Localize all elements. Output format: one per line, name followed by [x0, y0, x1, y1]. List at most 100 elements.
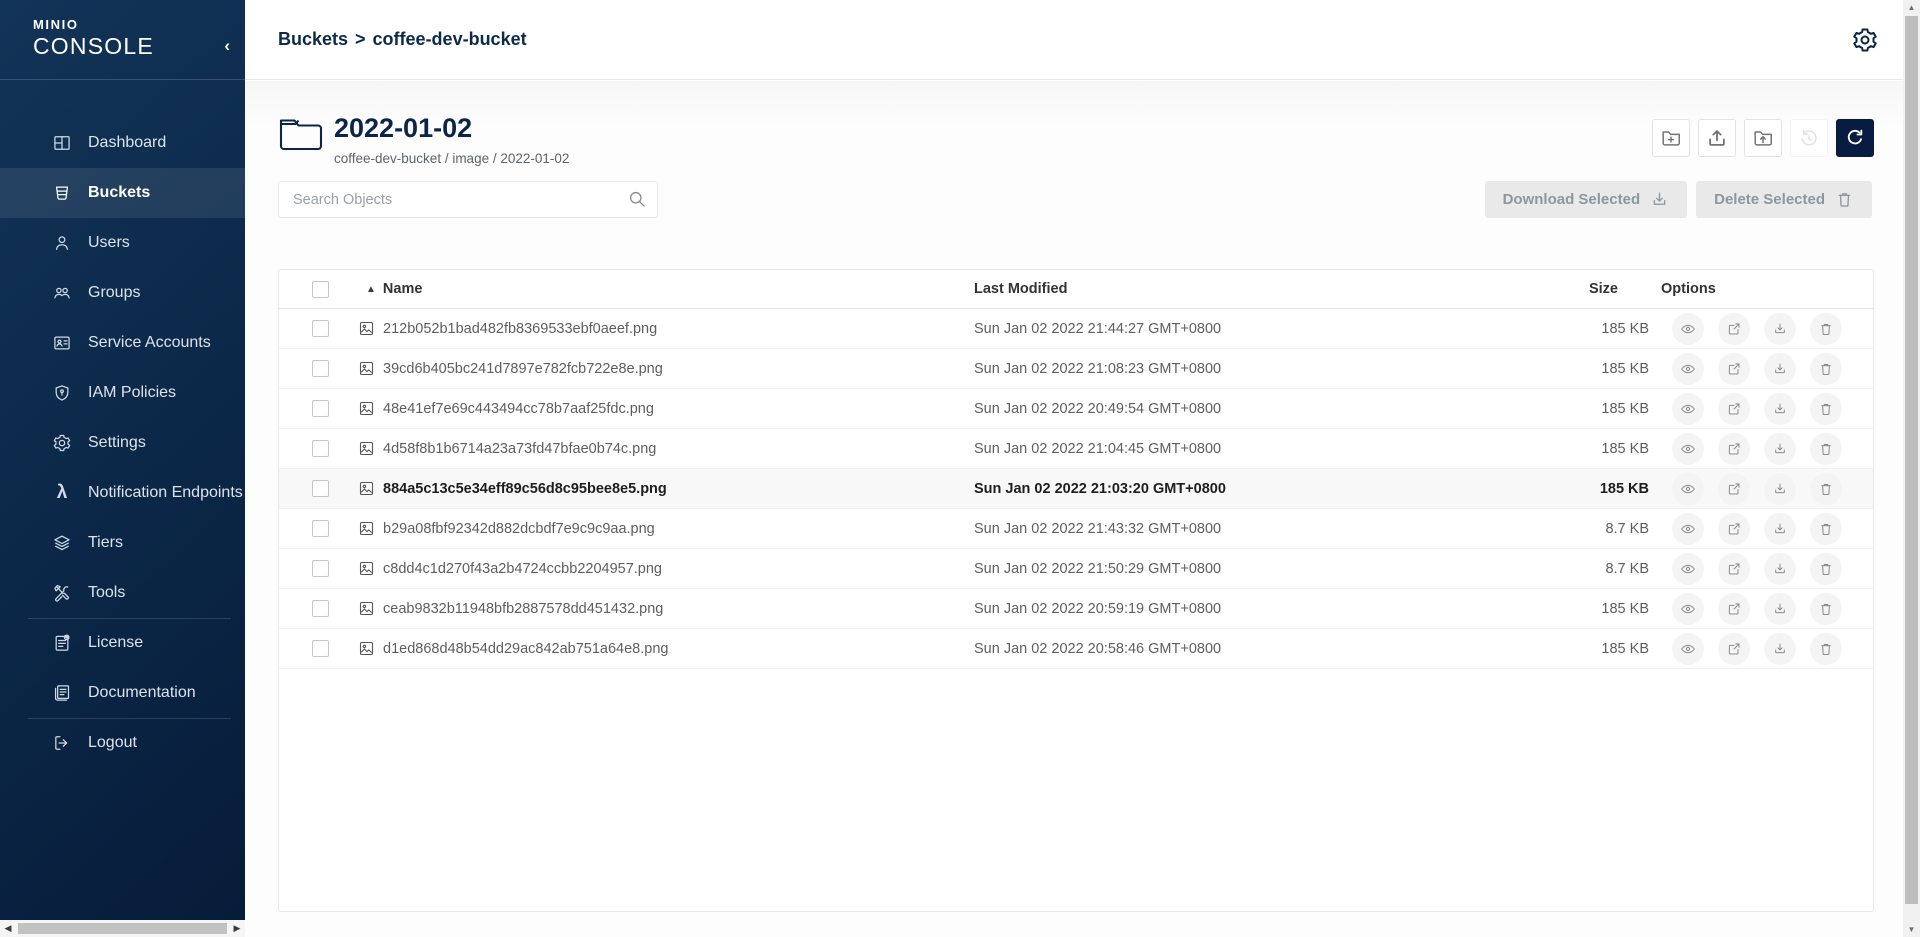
download-object-button[interactable]	[1764, 513, 1796, 545]
table-row[interactable]: ceab9832b11948bfb2887578dd451432.png Sun…	[279, 589, 1873, 629]
share-object-button[interactable]	[1718, 633, 1750, 665]
new-folder-icon	[1660, 127, 1682, 149]
download-object-button[interactable]	[1764, 393, 1796, 425]
sidebar-item-dashboard[interactable]: Dashboard	[0, 118, 245, 168]
table-header-row: ▲ Name Last Modified Size Options	[279, 270, 1873, 309]
share-object-button[interactable]	[1718, 553, 1750, 585]
new-path-button[interactable]	[1652, 119, 1690, 157]
buckets-icon	[52, 183, 72, 203]
sidebar-item-groups[interactable]: Groups	[0, 268, 245, 318]
preview-object-button[interactable]	[1672, 593, 1704, 625]
preview-object-button[interactable]	[1672, 473, 1704, 505]
sidebar-item-tools[interactable]: Tools	[0, 568, 245, 618]
logo-console-text: CONSOLE	[33, 33, 245, 60]
scroll-left-arrow[interactable]: ◀	[0, 923, 16, 934]
share-object-button[interactable]	[1718, 473, 1750, 505]
preview-object-button[interactable]	[1672, 353, 1704, 385]
row-checkbox[interactable]	[312, 640, 329, 657]
download-object-button[interactable]	[1764, 433, 1796, 465]
sidebar-item-license[interactable]: License	[0, 618, 245, 668]
download-selected-button[interactable]: Download Selected	[1485, 181, 1688, 218]
object-size: 185 KB	[1459, 401, 1649, 417]
preview-object-button[interactable]	[1672, 553, 1704, 585]
download-object-button[interactable]	[1764, 313, 1796, 345]
table-row[interactable]: 48e41ef7e69c443494cc78b7aaf25fdc.png Sun…	[279, 389, 1873, 429]
table-row[interactable]: b29a08fbf92342d882dcbdf7e9c9c9aa.png Sun…	[279, 509, 1873, 549]
delete-object-button[interactable]	[1810, 473, 1842, 505]
delete-selected-button[interactable]: Delete Selected	[1696, 181, 1872, 218]
sidebar-nav: Dashboard Buckets Users Groups Service A…	[0, 118, 245, 768]
delete-object-button[interactable]	[1810, 633, 1842, 665]
object-path-breadcrumb[interactable]: coffee-dev-bucket / image / 2022-01-02	[334, 151, 569, 166]
sidebar-item-tiers[interactable]: Tiers	[0, 518, 245, 568]
sidebar-item-logout[interactable]: Logout	[0, 718, 245, 768]
table-row[interactable]: 212b052b1bad482fb8369533ebf0aeef.png Sun…	[279, 309, 1873, 349]
share-object-button[interactable]	[1718, 353, 1750, 385]
share-object-button[interactable]	[1718, 313, 1750, 345]
table-row[interactable]: 39cd6b405bc241d7897e782fcb722e8e.png Sun…	[279, 349, 1873, 389]
share-object-button[interactable]	[1718, 593, 1750, 625]
sidebar-item-service-accounts[interactable]: Service Accounts	[0, 318, 245, 368]
image-file-icon	[358, 520, 375, 537]
preview-object-button[interactable]	[1672, 313, 1704, 345]
preview-object-button[interactable]	[1672, 393, 1704, 425]
breadcrumb-buckets-link[interactable]: Buckets	[278, 29, 348, 50]
delete-object-button[interactable]	[1810, 313, 1842, 345]
sidebar-item-documentation[interactable]: Documentation	[0, 668, 245, 718]
table-row-hovered[interactable]: 884a5c13c5e34eff89c56d8c95bee8e5.png Sun…	[279, 469, 1873, 509]
upload-folder-button[interactable]	[1744, 119, 1782, 157]
preview-object-button[interactable]	[1672, 633, 1704, 665]
upload-file-button[interactable]	[1698, 119, 1736, 157]
download-object-button[interactable]	[1764, 553, 1796, 585]
refresh-button[interactable]	[1836, 119, 1874, 157]
row-checkbox[interactable]	[312, 320, 329, 337]
delete-object-button[interactable]	[1810, 393, 1842, 425]
preview-object-button[interactable]	[1672, 513, 1704, 545]
horizontal-scroll-thumb[interactable]	[18, 923, 227, 934]
row-checkbox[interactable]	[312, 480, 329, 497]
search-box	[278, 181, 658, 218]
sidebar-item-notification-endpoints[interactable]: λ Notification Endpoints	[0, 468, 245, 518]
sidebar-collapse-icon[interactable]: ‹	[224, 36, 230, 56]
share-object-button[interactable]	[1718, 433, 1750, 465]
row-checkbox[interactable]	[312, 400, 329, 417]
download-object-button[interactable]	[1764, 353, 1796, 385]
sidebar-item-settings[interactable]: Settings	[0, 418, 245, 468]
search-objects-input[interactable]	[278, 181, 658, 218]
delete-object-button[interactable]	[1810, 433, 1842, 465]
vertical-scrollbar: ▲ ▼	[1903, 0, 1920, 937]
share-object-button[interactable]	[1718, 513, 1750, 545]
preview-object-button[interactable]	[1672, 433, 1704, 465]
scroll-down-arrow[interactable]: ▼	[1903, 925, 1920, 934]
row-checkbox[interactable]	[312, 360, 329, 377]
sidebar-item-buckets[interactable]: Buckets	[0, 168, 245, 218]
scroll-right-arrow[interactable]: ▶	[229, 923, 245, 934]
tools-icon	[52, 583, 72, 603]
share-object-button[interactable]	[1718, 393, 1750, 425]
vertical-scroll-thumb[interactable]	[1905, 16, 1918, 904]
delete-object-button[interactable]	[1810, 593, 1842, 625]
row-checkbox[interactable]	[312, 520, 329, 537]
row-checkbox[interactable]	[312, 560, 329, 577]
delete-object-button[interactable]	[1810, 353, 1842, 385]
download-object-button[interactable]	[1764, 633, 1796, 665]
table-row[interactable]: d1ed868d48b54dd29ac842ab751a64e8.png Sun…	[279, 629, 1873, 669]
table-row[interactable]: c8dd4c1d270f43a2b4724ccbb2204957.png Sun…	[279, 549, 1873, 589]
service-accounts-icon	[52, 333, 72, 353]
column-header-name[interactable]: ▲ Name	[341, 281, 974, 297]
download-icon	[1650, 190, 1669, 209]
gear-icon[interactable]	[1851, 26, 1879, 54]
select-all-checkbox[interactable]	[312, 281, 329, 298]
rewind-button[interactable]	[1790, 119, 1828, 157]
delete-object-button[interactable]	[1810, 513, 1842, 545]
scroll-up-arrow[interactable]: ▲	[1903, 3, 1920, 12]
table-row[interactable]: 4d58f8b1b6714a23a73fd47bfae0b74c.png Sun…	[279, 429, 1873, 469]
download-object-button[interactable]	[1764, 593, 1796, 625]
delete-object-button[interactable]	[1810, 553, 1842, 585]
row-checkbox[interactable]	[312, 440, 329, 457]
sidebar-item-iam-policies[interactable]: IAM Policies	[0, 368, 245, 418]
row-checkbox[interactable]	[312, 600, 329, 617]
sidebar-item-users[interactable]: Users	[0, 218, 245, 268]
image-file-icon	[358, 560, 375, 577]
download-object-button[interactable]	[1764, 473, 1796, 505]
